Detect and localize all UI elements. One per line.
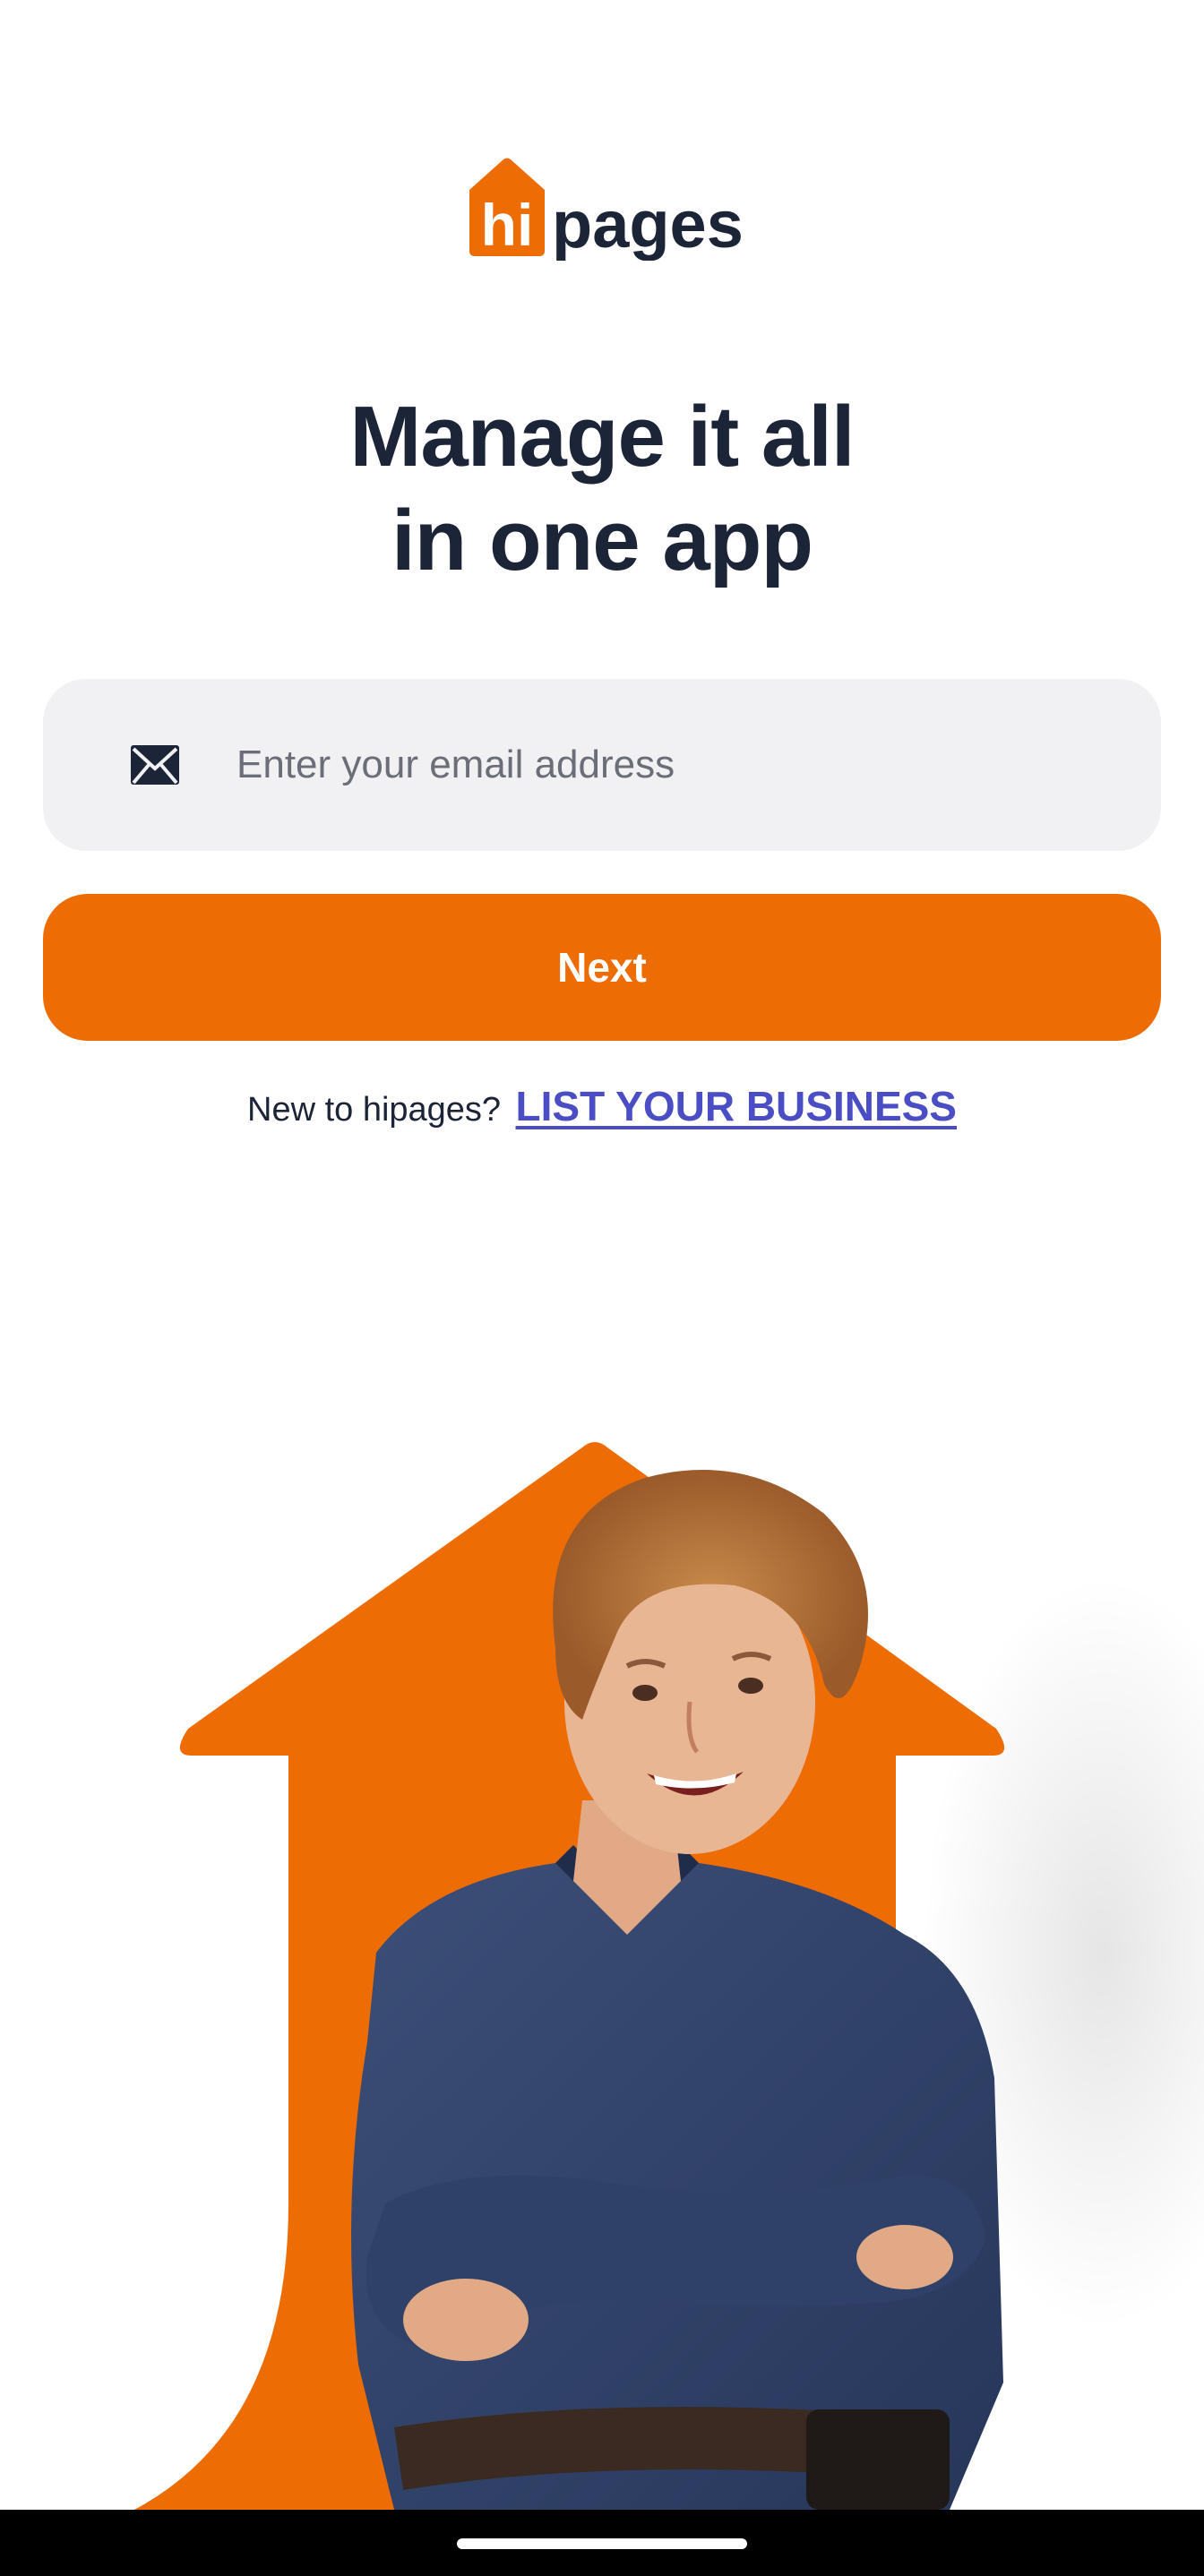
page-title: Manage it all in one app [0,385,1204,593]
email-input[interactable] [236,724,1096,806]
hipages-logo: hi pages [466,158,744,261]
title-line-2: in one app [391,493,813,588]
logo-prefix: hi [481,192,534,258]
envelope-icon [129,743,181,786]
logo-suffix: pages [552,187,744,261]
hero-illustration [0,1397,1204,2510]
list-your-business-link[interactable]: LIST YOUR BUSINESS [516,1083,957,1129]
signup-prompt: New to hipages? [247,1091,502,1129]
email-field[interactable] [43,679,1161,851]
signup-row: New to hipages? LIST YOUR BUSINESS [0,1082,1204,1130]
home-indicator[interactable] [457,2538,747,2549]
next-button[interactable]: Next [43,894,1161,1041]
title-line-1: Manage it all [349,389,855,485]
